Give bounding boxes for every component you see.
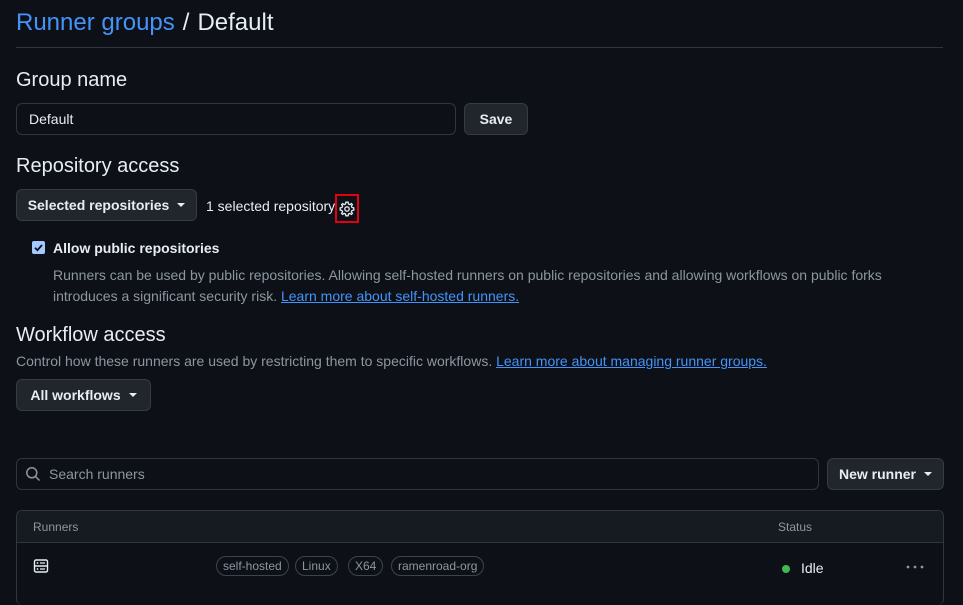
allow-public-description-text: introduces a significant security risk. — [53, 288, 278, 304]
runner-label-ramenroad-org[interactable]: ramenroad-org — [391, 556, 485, 576]
workflow-access-description: Control how these runners are used by re… — [16, 353, 767, 369]
save-button[interactable]: Save — [464, 103, 528, 135]
workflow-access-heading: Workflow access — [16, 324, 166, 346]
new-runner-label: New runner — [838, 466, 916, 482]
allow-public-description-line2: introduces a significant security risk. … — [53, 286, 933, 307]
server-icon — [33, 559, 49, 573]
all-workflows-label: All workflows — [30, 387, 121, 403]
learn-more-self-hosted-link[interactable]: Learn more about self-hosted runners. — [281, 288, 519, 304]
caret-down-icon — [128, 393, 137, 397]
learn-more-runner-groups-link[interactable]: Learn more about managing runner groups. — [496, 353, 767, 369]
allow-public-repositories-checkbox[interactable] — [32, 241, 45, 254]
runner-label-linux[interactable]: Linux — [295, 556, 338, 576]
caret-down-icon — [924, 472, 932, 476]
caret-down-icon — [177, 203, 186, 207]
allow-public-description: Runners can be used by public repositori… — [53, 265, 933, 307]
breadcrumb-separator: / — [182, 9, 190, 36]
allow-public-repositories-label[interactable]: Allow public repositories — [53, 240, 219, 256]
column-header-status: Status — [778, 520, 813, 534]
table-row: self-hosted Linux X64 ramenroad-org Idle — [17, 543, 943, 605]
repository-access-heading: Repository access — [16, 155, 180, 177]
allow-public-description-line1: Runners can be used by public repositori… — [53, 267, 882, 283]
runners-table: Runners Status self-hosted Linux X64 ram… — [16, 510, 944, 605]
selected-repository-count: 1 selected repository — [206, 198, 336, 214]
runner-label-x64[interactable]: X64 — [348, 556, 384, 576]
selected-repositories-label: Selected repositories — [27, 197, 170, 213]
new-runner-button[interactable]: New runner — [827, 458, 944, 490]
kebab-menu-icon[interactable] — [905, 559, 925, 575]
gear-icon — [339, 201, 355, 216]
page-title: Default — [197, 9, 274, 36]
group-name-heading: Group name — [16, 69, 128, 91]
all-workflows-dropdown[interactable]: All workflows — [16, 379, 151, 411]
runner-label-self-hosted[interactable]: self-hosted — [216, 556, 289, 576]
search-runners-input[interactable]: Search runners — [16, 458, 819, 490]
runners-table-header: Runners Status — [17, 511, 943, 543]
checkmark-icon — [34, 244, 43, 252]
workflow-access-description-text: Control how these runners are used by re… — [16, 353, 493, 369]
status-dot — [782, 565, 790, 573]
repository-settings-button[interactable] — [335, 194, 359, 223]
search-runners-placeholder: Search runners — [49, 466, 145, 482]
group-name-value: Default — [29, 111, 74, 127]
save-button-label: Save — [479, 111, 513, 127]
column-header-runners: Runners — [33, 520, 79, 534]
breadcrumb-runner-groups-link[interactable]: Runner groups — [16, 6, 175, 40]
group-name-input[interactable]: Default — [16, 103, 456, 135]
runner-status: Idle — [801, 560, 824, 576]
selected-repositories-dropdown[interactable]: Selected repositories — [16, 189, 197, 221]
breadcrumb: Runner groups / Default — [16, 6, 943, 48]
search-icon — [26, 467, 41, 482]
runner-group-page: Runner groups / Default Group name Defau… — [0, 0, 963, 605]
